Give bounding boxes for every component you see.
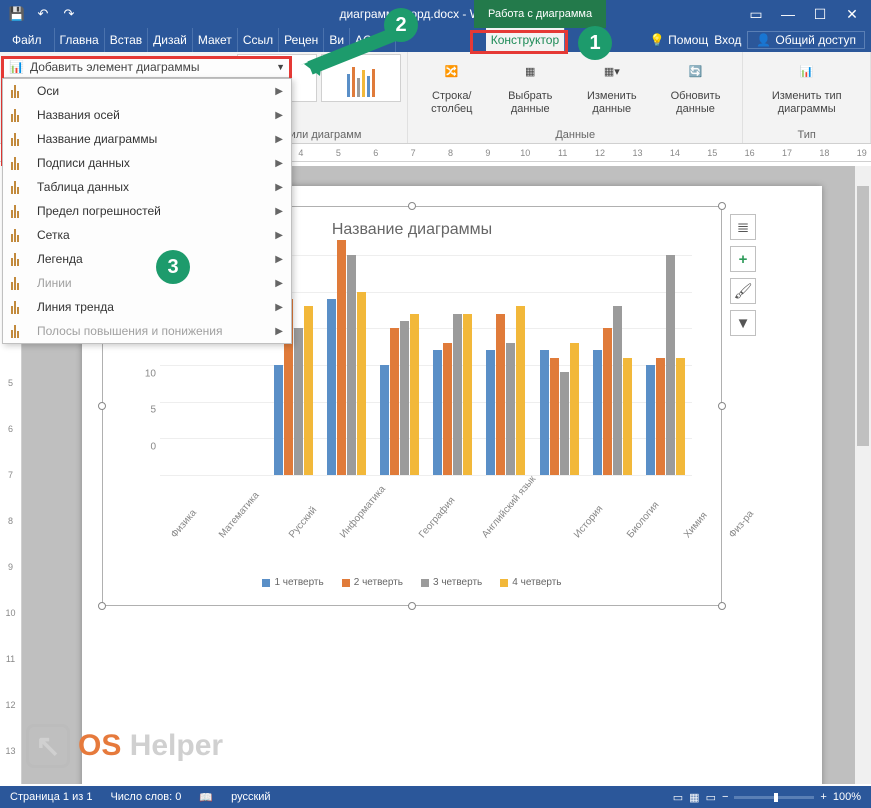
- maximize-icon[interactable]: ☐: [805, 0, 835, 28]
- view-web-icon[interactable]: ▭: [706, 791, 716, 804]
- select-data-button[interactable]: ▦Выбрать данные: [492, 54, 569, 117]
- zoom-slider[interactable]: [734, 796, 814, 799]
- status-proofing-icon[interactable]: 📖: [199, 791, 213, 804]
- tab-insert[interactable]: Встав: [105, 28, 148, 52]
- tab-file[interactable]: Файл: [0, 28, 55, 52]
- callout-2: 2: [384, 8, 418, 42]
- dropdown-item[interactable]: Оси▶: [3, 79, 291, 103]
- dropdown-item[interactable]: Сетка▶: [3, 223, 291, 247]
- share-button[interactable]: 👤 Общий доступ: [747, 31, 865, 49]
- redo-icon[interactable]: ↷: [58, 3, 80, 25]
- dropdown-item[interactable]: Предел погрешностей▶: [3, 199, 291, 223]
- add-element-dropdown: Оси▶Названия осей▶Название диаграммы▶Под…: [2, 78, 292, 344]
- chart-filter-button[interactable]: ▼: [730, 310, 756, 336]
- view-read-icon[interactable]: ▭: [673, 791, 683, 804]
- status-words[interactable]: Число слов: 0: [110, 791, 181, 803]
- dropdown-item[interactable]: Подписи данных▶: [3, 151, 291, 175]
- dropdown-item: Линии▶: [3, 271, 291, 295]
- chart-legend[interactable]: 1 четверть2 четверть3 четверть4 четверть: [103, 577, 721, 588]
- scrollbar-vertical[interactable]: [855, 166, 871, 784]
- dropdown-item[interactable]: Линия тренда▶: [3, 295, 291, 319]
- chart-tools-tab[interactable]: Работа с диаграмма: [474, 0, 606, 28]
- chart-plus-icon: 📊: [9, 60, 24, 74]
- edit-data-button[interactable]: ▦▾Изменить данные: [571, 54, 653, 117]
- chart-float-buttons: ≣ + 🖌 ▼: [730, 214, 756, 336]
- tab-design[interactable]: Дизай: [148, 28, 193, 52]
- chart-layout-button[interactable]: ≣: [730, 214, 756, 240]
- dropdown-item: Полосы повышения и понижения▶: [3, 319, 291, 343]
- dropdown-item[interactable]: Легенда▶: [3, 247, 291, 271]
- cursor-icon: ↖: [26, 724, 70, 768]
- dropdown-item[interactable]: Таблица данных▶: [3, 175, 291, 199]
- zoom-in-icon[interactable]: +: [820, 791, 826, 803]
- status-bar: Страница 1 из 1 Число слов: 0 📖 русский …: [0, 786, 871, 808]
- status-page[interactable]: Страница 1 из 1: [10, 791, 92, 803]
- change-chart-type-button[interactable]: 📊Изменить тип диаграммы: [749, 54, 864, 117]
- status-language[interactable]: русский: [231, 791, 270, 803]
- refresh-data-button[interactable]: 🔄Обновить данные: [655, 54, 737, 117]
- login-link[interactable]: Вход: [714, 33, 741, 47]
- dropdown-item[interactable]: Название диаграммы▶: [3, 127, 291, 151]
- group-type: 📊Изменить тип диаграммы Тип: [743, 52, 871, 143]
- chart-styles-button[interactable]: 🖌: [730, 278, 756, 304]
- tab-references[interactable]: Ссыл: [238, 28, 279, 52]
- quick-access-toolbar: 💾 ↶ ↷: [0, 3, 86, 25]
- tell-me[interactable]: 💡 Помощ: [650, 33, 708, 47]
- add-chart-element-button[interactable]: 📊 Добавить элемент диаграммы ▼: [2, 56, 292, 78]
- dropdown-item[interactable]: Названия осей▶: [3, 103, 291, 127]
- ribbon-options-icon[interactable]: ▭: [741, 0, 771, 28]
- zoom-out-icon[interactable]: −: [722, 791, 728, 803]
- tab-layout[interactable]: Макет: [193, 28, 238, 52]
- chevron-down-icon: ▼: [276, 62, 285, 72]
- tab-constructor[interactable]: Конструктор: [486, 28, 565, 52]
- view-print-icon[interactable]: ▦: [689, 791, 699, 804]
- undo-icon[interactable]: ↶: [32, 3, 54, 25]
- save-icon[interactable]: 💾: [6, 3, 28, 25]
- watermark-logo: ↖ OS Helper: [26, 724, 223, 768]
- close-icon[interactable]: ✕: [837, 0, 867, 28]
- minimize-icon[interactable]: —: [773, 0, 803, 28]
- callout-1: 1: [578, 26, 612, 60]
- callout-3: 3: [156, 250, 190, 284]
- zoom-level[interactable]: 100%: [833, 791, 861, 803]
- chart-elements-button[interactable]: +: [730, 246, 756, 272]
- tab-home[interactable]: Главна: [55, 28, 105, 52]
